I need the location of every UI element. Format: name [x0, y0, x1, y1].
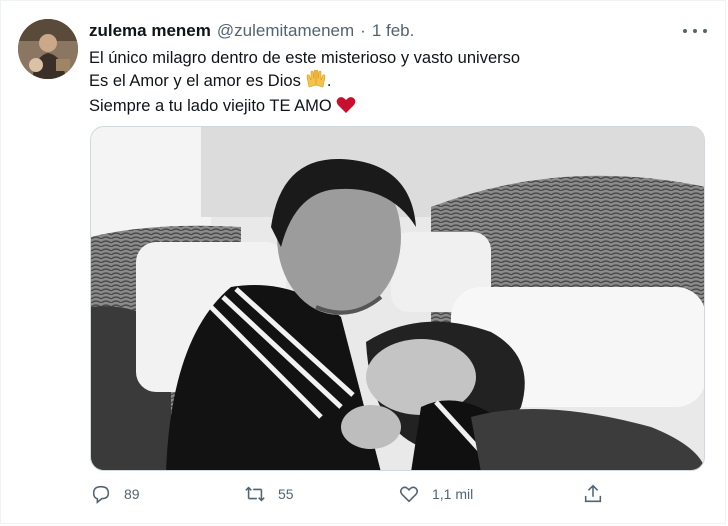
- separator-dot: ·: [360, 21, 366, 40]
- tweet-photo[interactable]: [90, 126, 705, 471]
- like-count: 1,1 mil: [432, 486, 474, 502]
- like-icon: [399, 486, 419, 503]
- tweet-date[interactable]: 1 feb.: [372, 21, 415, 41]
- tweet-line-2-wrap: Es el Amor y el amor es Dios .: [89, 69, 520, 95]
- retweet-icon: [245, 486, 265, 502]
- share-button[interactable]: [582, 483, 604, 505]
- author-name[interactable]: zulema menem: [89, 21, 211, 41]
- retweet-count: 55: [278, 486, 294, 502]
- retweet-button[interactable]: 55: [244, 483, 294, 505]
- share-icon: [584, 484, 602, 503]
- tweet-text: El único milagro dentro de este misterio…: [89, 47, 520, 120]
- reply-icon: [92, 485, 110, 504]
- avatar[interactable]: [18, 19, 78, 79]
- raising-hands-icon: [305, 69, 327, 95]
- tweet-line-1: El único milagro dentro de este misterio…: [89, 49, 521, 67]
- author-handle[interactable]: @zulemitamenem: [217, 21, 354, 41]
- reply-button[interactable]: 89: [90, 483, 140, 505]
- avatar-image: [18, 19, 78, 79]
- tweet-line-2: Es el Amor y el amor es Dios: [89, 72, 301, 90]
- tweet-line-3: Siempre a tu lado viejito TE AMO: [89, 97, 332, 115]
- red-heart-icon: [336, 96, 356, 120]
- more-options-icon[interactable]: [683, 23, 707, 39]
- tweet-line-3-wrap: Siempre a tu lado viejito TE AMO: [89, 95, 520, 120]
- like-button[interactable]: 1,1 mil: [398, 483, 473, 505]
- tweet-actions: 89 55 1,1 mil: [1, 483, 728, 513]
- tweet-header: zulema menem @zulemitamenem · 1 feb.: [89, 21, 414, 41]
- photo-image: [91, 127, 704, 470]
- tweet-card: zulema menem @zulemitamenem · 1 feb. El …: [0, 0, 726, 524]
- reply-count: 89: [124, 486, 140, 502]
